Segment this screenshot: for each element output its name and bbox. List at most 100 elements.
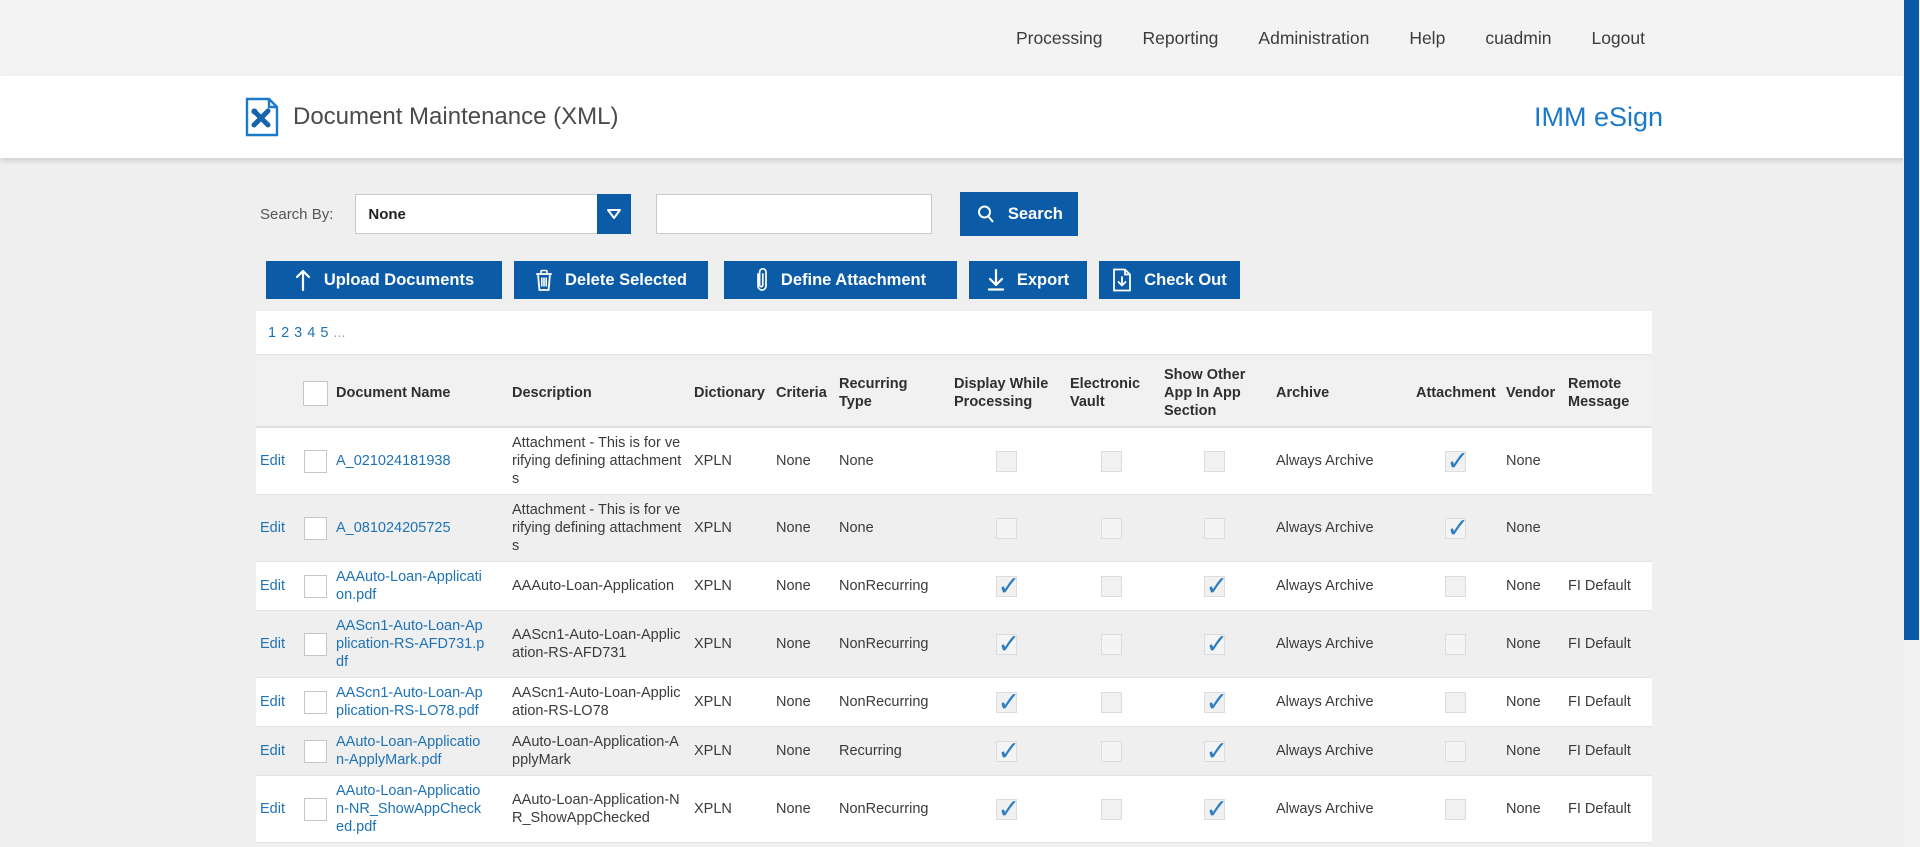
document-name-link[interactable]: A_021024181938 <box>336 453 451 469</box>
document-name-link[interactable]: AAuto-Loan-Application-NR_ShowAppChecked… <box>336 783 481 835</box>
edit-link[interactable]: Edit <box>260 743 285 759</box>
row-select-checkbox[interactable] <box>304 691 327 714</box>
table-row: Edit AAuto-Loan-Application-NR_ShowAppChe… <box>256 775 1652 842</box>
display-while-processing-checkbox-checked <box>996 576 1017 597</box>
electronic-vault-checkbox-cell <box>1064 686 1158 719</box>
col-recurring-type: Recurring Type <box>833 369 948 417</box>
electronic-vault-checkbox <box>1101 799 1122 820</box>
document-name-cell: AAuto-Loan-Application-NR_ShowAppUncheck <box>334 843 506 847</box>
edit-cell: Edit <box>256 571 296 601</box>
search-row: Search By: None Search <box>260 193 1920 235</box>
display-while-processing-checkbox <box>996 518 1017 539</box>
table-row: Edit A_081024205725 Attachment - This is f… <box>256 494 1652 561</box>
electronic-vault-checkbox <box>1101 451 1122 472</box>
document-tools-icon <box>245 97 279 137</box>
nav-item-reporting[interactable]: Reporting <box>1143 28 1219 49</box>
electronic-vault-checkbox-cell <box>1064 445 1158 478</box>
document-name-link[interactable]: AAAuto-Loan-Application.pdf <box>336 569 482 603</box>
scrollbar-thumb[interactable] <box>1904 0 1919 640</box>
search-input[interactable] <box>656 194 932 234</box>
delete-selected-button[interactable]: Delete Selected <box>514 261 708 299</box>
document-name-link[interactable]: AAuto-Loan-Application-ApplyMark.pdf <box>336 734 480 768</box>
row-select-checkbox[interactable] <box>304 450 327 473</box>
row-select-checkbox[interactable] <box>304 633 327 656</box>
page-link-more[interactable]: ... <box>333 325 345 341</box>
nav-item-administration[interactable]: Administration <box>1258 28 1369 49</box>
nav-item-logout[interactable]: Logout <box>1591 28 1645 49</box>
edit-link[interactable]: Edit <box>260 578 285 594</box>
document-name-cell: AAScn1-Auto-Loan-Application-RS-AFD731.p… <box>334 611 506 677</box>
description-cell: Attachment - This is for verifying defin… <box>506 495 688 561</box>
nav-item-help[interactable]: Help <box>1409 28 1445 49</box>
dropdown-selected-value: None <box>356 206 598 223</box>
document-name-link[interactable]: A_081024205725 <box>336 520 451 536</box>
attachment-checkbox-checked <box>1445 451 1466 472</box>
search-by-dropdown[interactable]: None <box>355 194 631 234</box>
edit-link[interactable]: Edit <box>260 694 285 710</box>
attachment-checkbox-checked <box>1445 518 1466 539</box>
document-name-cell: AAAuto-Loan-Application.pdf <box>334 562 506 610</box>
table-header-row: Document Name Description Dictionary Cri… <box>256 360 1652 427</box>
edit-link[interactable]: Edit <box>260 636 285 652</box>
edit-link[interactable]: Edit <box>260 520 285 536</box>
remote-message-cell <box>1562 455 1652 467</box>
electronic-vault-checkbox-cell <box>1064 735 1158 768</box>
top-nav: Processing Reporting Administration Help… <box>0 0 1920 76</box>
select-all-checkbox[interactable] <box>303 381 328 406</box>
export-button[interactable]: Export <box>969 261 1087 299</box>
nav-item-processing[interactable]: Processing <box>1016 28 1103 49</box>
page-link-4[interactable]: 4 <box>307 325 315 341</box>
row-select-checkbox[interactable] <box>304 740 327 763</box>
display-while-processing-checkbox-checked <box>996 692 1017 713</box>
page-link-1[interactable]: 1 <box>268 325 276 341</box>
check-out-button[interactable]: Check Out <box>1099 261 1240 299</box>
document-name-link[interactable]: AAScn1-Auto-Loan-Application-RS-LO78.pdf <box>336 685 483 719</box>
attachment-checkbox-cell <box>1410 735 1500 768</box>
search-button[interactable]: Search <box>960 192 1078 236</box>
search-icon <box>976 204 996 224</box>
show-other-app-checkbox-cell <box>1158 445 1270 478</box>
col-remote-message: Remote Message <box>1562 369 1652 417</box>
row-select-checkbox[interactable] <box>304 575 327 598</box>
row-select-checkbox[interactable] <box>304 798 327 821</box>
chevron-down-icon[interactable] <box>597 194 631 234</box>
recurring-type-cell: Recurring <box>833 736 948 766</box>
remote-message-cell: FI Default <box>1562 736 1652 766</box>
edit-link[interactable]: Edit <box>260 453 285 469</box>
dictionary-cell: XPLN <box>688 629 770 659</box>
documents-table: Document Name Description Dictionary Cri… <box>256 360 1652 847</box>
table-row: Edit AAScn1-Auto-Loan-Application-RS-AFD7… <box>256 610 1652 677</box>
define-attachment-button[interactable]: Define Attachment <box>724 261 957 299</box>
criteria-cell: None <box>770 736 833 766</box>
recurring-type-cell: NonRecurring <box>833 629 948 659</box>
document-name-link[interactable]: AAScn1-Auto-Loan-Application-RS-AFD731.p… <box>336 618 484 670</box>
attachment-checkbox <box>1445 634 1466 655</box>
upload-documents-button[interactable]: Upload Documents <box>266 261 502 299</box>
upload-icon <box>294 268 312 292</box>
description-cell: AAuto-Loan-Application-ApplyMark <box>506 727 688 775</box>
nav-item-user[interactable]: cuadmin <box>1485 28 1551 49</box>
edit-column-spacer <box>256 387 296 399</box>
electronic-vault-checkbox <box>1101 576 1122 597</box>
electronic-vault-checkbox <box>1101 692 1122 713</box>
page-link-2[interactable]: 2 <box>281 325 289 341</box>
dictionary-cell: XPLN <box>688 687 770 717</box>
vendor-cell: None <box>1500 513 1562 543</box>
remote-message-cell: FI Default <box>1562 571 1652 601</box>
col-show-other-app: Show Other App In App Section <box>1158 360 1270 426</box>
page-link-5[interactable]: 5 <box>320 325 328 341</box>
row-select-checkbox[interactable] <box>304 517 327 540</box>
col-criteria: Criteria <box>770 378 833 408</box>
show-other-app-checkbox-checked <box>1204 634 1225 655</box>
remote-message-cell: FI Default <box>1562 687 1652 717</box>
show-other-app-checkbox-cell <box>1158 735 1270 768</box>
remote-message-cell: FI Default <box>1562 629 1652 659</box>
table-row: EditA_021024181938Attachment - This is f… <box>256 427 1652 494</box>
archive-cell: Always Archive <box>1270 687 1410 717</box>
show-other-app-checkbox-cell <box>1158 570 1270 603</box>
vendor-cell: None <box>1500 794 1562 824</box>
criteria-cell: None <box>770 794 833 824</box>
page-link-3[interactable]: 3 <box>294 325 302 341</box>
edit-link[interactable]: Edit <box>260 801 285 817</box>
document-name-cell: A_021024181938 <box>334 446 506 476</box>
